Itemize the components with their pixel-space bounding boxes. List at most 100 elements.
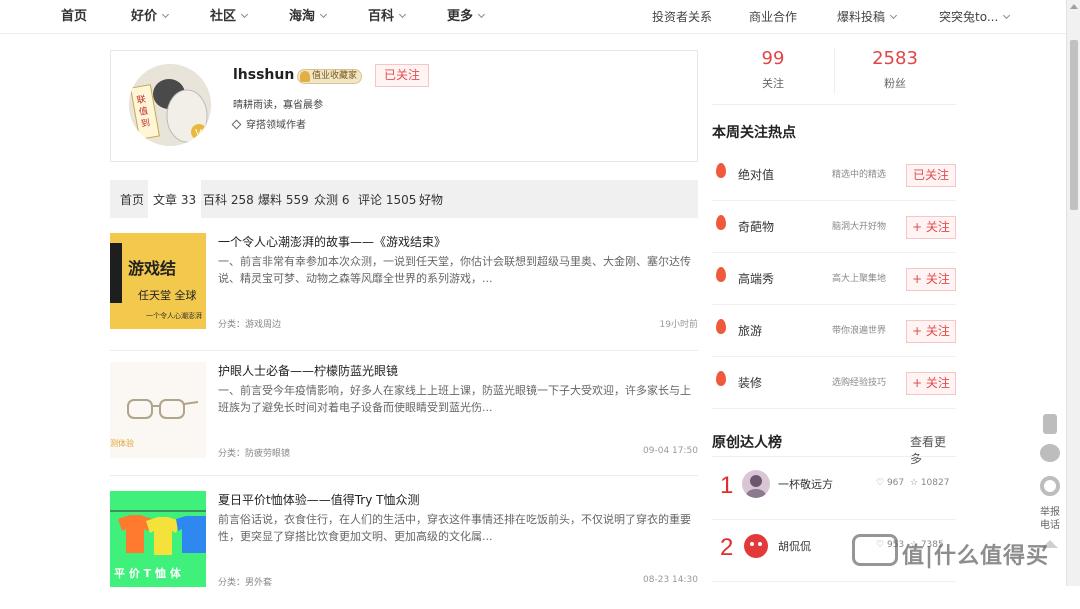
chevron-down-icon	[398, 10, 407, 19]
article-excerpt: 前言俗话说，衣食住行，在人们的生活中，穿衣这件事情还排在吃饭前头，不仅说明了穿衣…	[218, 513, 691, 543]
hot-topic-item[interactable]: 旅游 带你浪遍世界 + 关注	[712, 305, 956, 357]
chevron-down-icon	[240, 10, 249, 19]
article-thumbnail[interactable]: 游戏结 任天堂 全球 一个令人心潮澎湃	[110, 233, 206, 329]
chevron-down-icon	[161, 10, 170, 19]
nav-community[interactable]: 社区	[210, 0, 249, 34]
hot-topic-item[interactable]: 绝对值 精选中的精选 已关注	[712, 149, 956, 201]
follow-button[interactable]: 已关注	[375, 64, 429, 87]
avatar[interactable]: 联 值 到 V	[129, 64, 211, 146]
article-item[interactable]: 平 价 T 恤 体 夏日平价t恤体验——值得Try T恤众测 前言俗话说，衣食住…	[110, 491, 698, 609]
thumb-caption: 平 价 T 恤 体	[114, 567, 181, 580]
nav-user-label: 突突兔to...	[939, 10, 999, 24]
avatar-image: 联 值 到 V	[129, 64, 211, 146]
scroll-thumb[interactable]	[1070, 40, 1078, 210]
fans-stat[interactable]: 2583 粉丝	[834, 48, 956, 91]
ranking-item[interactable]: 1 一杯敬远方 ♡ 967 ☆ 10827	[712, 458, 956, 520]
article-thumbnail[interactable]: 平 价 T 恤 体	[110, 491, 206, 587]
follow-button[interactable]: + 关注	[906, 320, 956, 343]
tab-articles[interactable]: 文章 33	[148, 180, 202, 218]
follow-button[interactable]: + 关注	[906, 372, 956, 395]
hot-topic-name[interactable]: 绝对值	[738, 149, 774, 201]
article-title[interactable]: 夏日平价t恤体验——值得Try T恤众测	[218, 491, 419, 508]
tab-home[interactable]: 首页	[120, 180, 144, 218]
fire-icon	[716, 371, 726, 386]
nav-wiki[interactable]: 百科	[368, 0, 407, 34]
thumb-device	[110, 243, 122, 303]
divider	[712, 456, 956, 457]
hot-topic-desc: 高大上聚集地	[832, 274, 887, 284]
hot-topic-name[interactable]: 高端秀	[738, 253, 774, 305]
avatar-image	[742, 532, 770, 560]
hot-topic-item[interactable]: 奇葩物 脑洞大开好物 + 关注	[712, 201, 956, 253]
svg-text:V: V	[195, 128, 202, 139]
follow-button[interactable]: 已关注	[906, 164, 956, 187]
phone-icon[interactable]	[1036, 414, 1064, 434]
star-icon: ☆	[909, 478, 918, 488]
scroll-up-icon[interactable]	[1070, 4, 1078, 9]
scrollbar[interactable]	[1066, 0, 1080, 586]
rank-user-name[interactable]: 一杯敬远方	[778, 476, 833, 492]
watermark-logo	[852, 534, 898, 566]
hot-topic-item[interactable]: 装修 选购经验技巧 + 关注	[712, 357, 956, 409]
nav-investor-relations[interactable]: 投资者关系	[652, 0, 712, 34]
author-domain: 穿搭领域作者	[231, 116, 306, 131]
nav-overseas[interactable]: 海淘	[289, 0, 328, 34]
avatar[interactable]	[742, 532, 770, 560]
chat-icon[interactable]	[1036, 444, 1064, 462]
article-item[interactable]: 测体验 护眼人士必备——柠檬防蓝光眼镜 一、前言受今年疫情影响，好多人在家线上上…	[110, 362, 698, 476]
nav-wiki-label: 百科	[368, 9, 395, 24]
report-label-2: 电话	[1040, 520, 1060, 531]
lifebuoy-icon[interactable]	[1036, 476, 1064, 496]
thumb-title: 游戏结	[128, 259, 177, 278]
article-excerpt: 一、前言受今年疫情影响，好多人在家线上上班上课，防蓝光眼镜一下子大受欢迎，许多家…	[218, 384, 691, 414]
rank-user-name[interactable]: 胡侃侃	[778, 538, 811, 554]
nav-deals[interactable]: 好价	[131, 0, 170, 34]
nav-home[interactable]: 首页	[61, 0, 87, 34]
article-category[interactable]: 分类：防疲劳眼镜	[218, 446, 290, 459]
tab-wiki[interactable]: 百科 258	[203, 180, 254, 218]
hot-topic-name[interactable]: 奇葩物	[738, 201, 774, 253]
article-category[interactable]: 分类：男外套	[218, 575, 272, 588]
avatar[interactable]	[742, 470, 770, 498]
rank-number: 1	[720, 472, 734, 499]
nav-submit[interactable]: 爆料投稿	[837, 0, 898, 34]
stars-count: 10827	[920, 478, 950, 488]
ranking-title: 原创达人榜	[712, 435, 782, 451]
article-title[interactable]: 一个令人心潮澎湃的故事——《游戏结束》	[218, 233, 446, 250]
nav-business[interactable]: 商业合作	[749, 0, 797, 34]
fans-label: 粉丝	[884, 77, 906, 90]
user-motto: 晴耕雨读，寡省晨参	[233, 100, 323, 111]
fire-icon	[716, 319, 726, 334]
profile-card: 联 值 到 V lhsshun 值业收藏家 已关注 晴耕雨读，寡省晨参 穿搭领域…	[110, 50, 698, 162]
fire-icon	[716, 163, 726, 178]
article-title[interactable]: 护眼人士必备——柠檬防蓝光眼镜	[218, 362, 398, 379]
profile-tabs: 首页 文章 33 百科 258 爆料 559 众测 6 评论 1505 好物	[110, 180, 698, 218]
badge-label: 值业收藏家	[312, 71, 358, 81]
nav-user-menu[interactable]: 突突兔to...	[939, 0, 1011, 34]
hot-topics-title: 本周关注热点	[712, 125, 796, 141]
follow-button[interactable]: + 关注	[906, 268, 956, 291]
fans-count: 2583	[872, 48, 918, 69]
nav-more[interactable]: 更多	[447, 0, 486, 34]
follow-button[interactable]: + 关注	[906, 216, 956, 239]
report-button[interactable]: 举报 电话	[1036, 506, 1064, 532]
thumb-caption: 一个令人心潮澎湃	[146, 312, 202, 320]
article-category[interactable]: 分类：游戏周边	[218, 317, 281, 330]
tab-tips[interactable]: 爆料 559	[258, 180, 309, 218]
rank-number: 2	[720, 534, 734, 561]
article-thumbnail[interactable]: 测体验	[110, 362, 206, 458]
hot-topic-name[interactable]: 装修	[738, 357, 762, 409]
hot-topic-item[interactable]: 高端秀 高大上聚集地 + 关注	[712, 253, 956, 305]
hot-topic-name[interactable]: 旅游	[738, 305, 762, 357]
nav-deals-label: 好价	[131, 9, 158, 24]
tab-comments[interactable]: 评论 1505	[358, 180, 416, 218]
following-stat[interactable]: 99 关注	[712, 48, 834, 91]
author-domain-label: 穿搭领域作者	[246, 120, 306, 131]
tab-goods[interactable]: 好物	[419, 180, 443, 218]
article-item[interactable]: 游戏结 任天堂 全球 一个令人心潮澎湃 一个令人心潮澎湃的故事——《游戏结束》 …	[110, 233, 698, 351]
svg-text:联: 联	[136, 94, 147, 106]
status-badge: 值业收藏家	[297, 69, 363, 84]
username[interactable]: lhsshun	[233, 67, 294, 83]
tab-tests[interactable]: 众测 6	[314, 180, 349, 218]
thumb-subtitle: 任天堂 全球	[138, 289, 197, 302]
